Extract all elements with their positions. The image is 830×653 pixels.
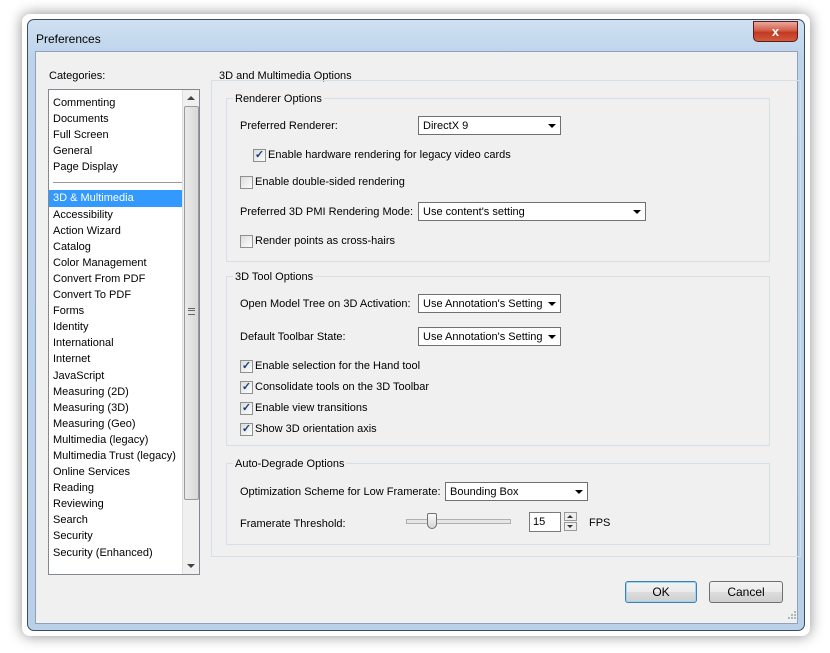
ok-button[interactable]: OK (625, 581, 697, 603)
resize-grip-icon[interactable] (787, 610, 797, 620)
category-item[interactable]: Measuring (3D) (49, 400, 199, 416)
scrollbar-thumb[interactable] (184, 106, 199, 500)
crosshairs-checkbox[interactable] (240, 235, 253, 248)
hw-legacy-label[interactable]: Enable hardware rendering for legacy vid… (268, 149, 511, 161)
hand-tool-label[interactable]: Enable selection for the Hand tool (255, 360, 420, 372)
category-item[interactable]: Measuring (2D) (49, 384, 199, 400)
category-item[interactable]: Color Management (49, 255, 199, 271)
category-item[interactable]: Convert From PDF (49, 271, 199, 287)
auto-degrade-group (226, 463, 770, 545)
tool-options-title: 3D Tool Options (233, 271, 316, 283)
category-item[interactable]: Convert To PDF (49, 287, 199, 303)
category-item[interactable]: International (49, 335, 199, 351)
close-icon: x (771, 24, 780, 39)
category-item[interactable]: Online Services (49, 464, 199, 480)
category-item[interactable]: Security (Enhanced) (49, 545, 199, 561)
category-item[interactable]: Full Screen (49, 127, 199, 143)
category-item[interactable]: Search (49, 512, 199, 528)
category-item[interactable]: Multimedia Trust (legacy) (49, 448, 199, 464)
category-item[interactable]: Documents (49, 111, 199, 127)
framerate-slider-thumb[interactable] (427, 513, 437, 529)
orientation-axis-checkbox[interactable]: ✓ (240, 423, 253, 436)
framerate-slider-track[interactable] (406, 519, 511, 524)
optimization-scheme-dropdown[interactable]: Bounding Box (445, 482, 588, 501)
category-separator (53, 182, 193, 184)
cancel-button[interactable]: Cancel (709, 581, 783, 603)
framerate-value: 15 (533, 516, 546, 528)
category-item[interactable]: Accessibility (49, 207, 199, 223)
optimization-scheme-value: Bounding Box (450, 486, 519, 498)
consolidate-checkbox[interactable]: ✓ (240, 381, 253, 394)
chevron-down-icon (628, 203, 645, 220)
category-item[interactable]: Internet (49, 351, 199, 367)
category-item[interactable]: Reviewing (49, 496, 199, 512)
preferred-renderer-label: Preferred Renderer: (240, 120, 338, 132)
view-transitions-label[interactable]: Enable view transitions (255, 402, 368, 414)
category-item[interactable]: Measuring (Geo) (49, 416, 199, 432)
category-item[interactable]: Page Display (49, 159, 199, 175)
spin-down-icon[interactable] (564, 522, 577, 531)
hand-tool-checkbox[interactable]: ✓ (240, 360, 253, 373)
category-item[interactable]: 3D & Multimedia (49, 190, 199, 207)
renderer-options-title: Renderer Options (233, 93, 324, 105)
categories-list[interactable]: Commenting Documents Full Screen General Pag… (48, 89, 200, 575)
category-item[interactable]: Security (49, 528, 199, 544)
optimization-scheme-label: Optimization Scheme for Low Framerate: (240, 486, 441, 498)
pmi-mode-dropdown[interactable]: Use content's setting (418, 202, 646, 221)
preferred-renderer-dropdown[interactable]: DirectX 9 (418, 116, 561, 135)
framerate-threshold-label: Framerate Threshold: (240, 518, 346, 530)
chevron-down-icon (543, 328, 560, 345)
double-sided-checkbox[interactable] (240, 176, 253, 189)
model-tree-label: Open Model Tree on 3D Activation: (240, 298, 411, 310)
category-item[interactable]: Identity (49, 319, 199, 335)
toolbar-state-dropdown[interactable]: Use Annotation's Setting (418, 327, 561, 346)
hw-legacy-checkbox[interactable]: ✓ (253, 149, 266, 162)
category-item[interactable]: Forms (49, 303, 199, 319)
toolbar-state-label: Default Toolbar State: (240, 331, 346, 343)
toolbar-state-value: Use Annotation's Setting (423, 331, 543, 343)
chevron-down-icon (570, 483, 587, 500)
pmi-mode-label: Preferred 3D PMI Rendering Mode: (240, 206, 414, 218)
model-tree-value: Use Annotation's Setting (423, 298, 543, 310)
category-item[interactable]: Catalog (49, 239, 199, 255)
preferred-renderer-value: DirectX 9 (423, 120, 469, 132)
category-item[interactable]: Commenting (49, 95, 199, 111)
categories-label: Categories: (49, 70, 106, 82)
chevron-down-icon (543, 117, 560, 134)
category-item[interactable]: JavaScript (49, 368, 199, 384)
category-item[interactable]: General (49, 143, 199, 159)
category-item[interactable]: Reading (49, 480, 199, 496)
category-item[interactable]: Action Wizard (49, 223, 199, 239)
consolidate-label[interactable]: Consolidate tools on the 3D Toolbar (255, 381, 429, 393)
scroll-down-icon[interactable] (187, 564, 195, 568)
view-transitions-checkbox[interactable]: ✓ (240, 402, 253, 415)
close-button[interactable]: x (753, 21, 798, 42)
crosshairs-label[interactable]: Render points as cross-hairs (255, 235, 395, 247)
framerate-input[interactable]: 15 (529, 512, 561, 532)
spin-up-icon[interactable] (564, 512, 577, 521)
model-tree-dropdown[interactable]: Use Annotation's Setting (418, 294, 561, 313)
orientation-axis-label[interactable]: Show 3D orientation axis (255, 423, 377, 435)
categories-scrollbar[interactable] (182, 90, 199, 574)
scroll-up-icon[interactable] (187, 96, 195, 100)
category-item[interactable]: Multimedia (legacy) (49, 432, 199, 448)
auto-degrade-title: Auto-Degrade Options (233, 458, 347, 470)
double-sided-label[interactable]: Enable double-sided rendering (255, 176, 405, 188)
chevron-down-icon (543, 295, 560, 312)
window-title: Preferences (36, 32, 101, 46)
grip-icon (188, 308, 195, 315)
fps-unit-label: FPS (589, 517, 611, 529)
pmi-mode-value: Use content's setting (423, 206, 525, 218)
framerate-spinner[interactable] (564, 512, 577, 532)
